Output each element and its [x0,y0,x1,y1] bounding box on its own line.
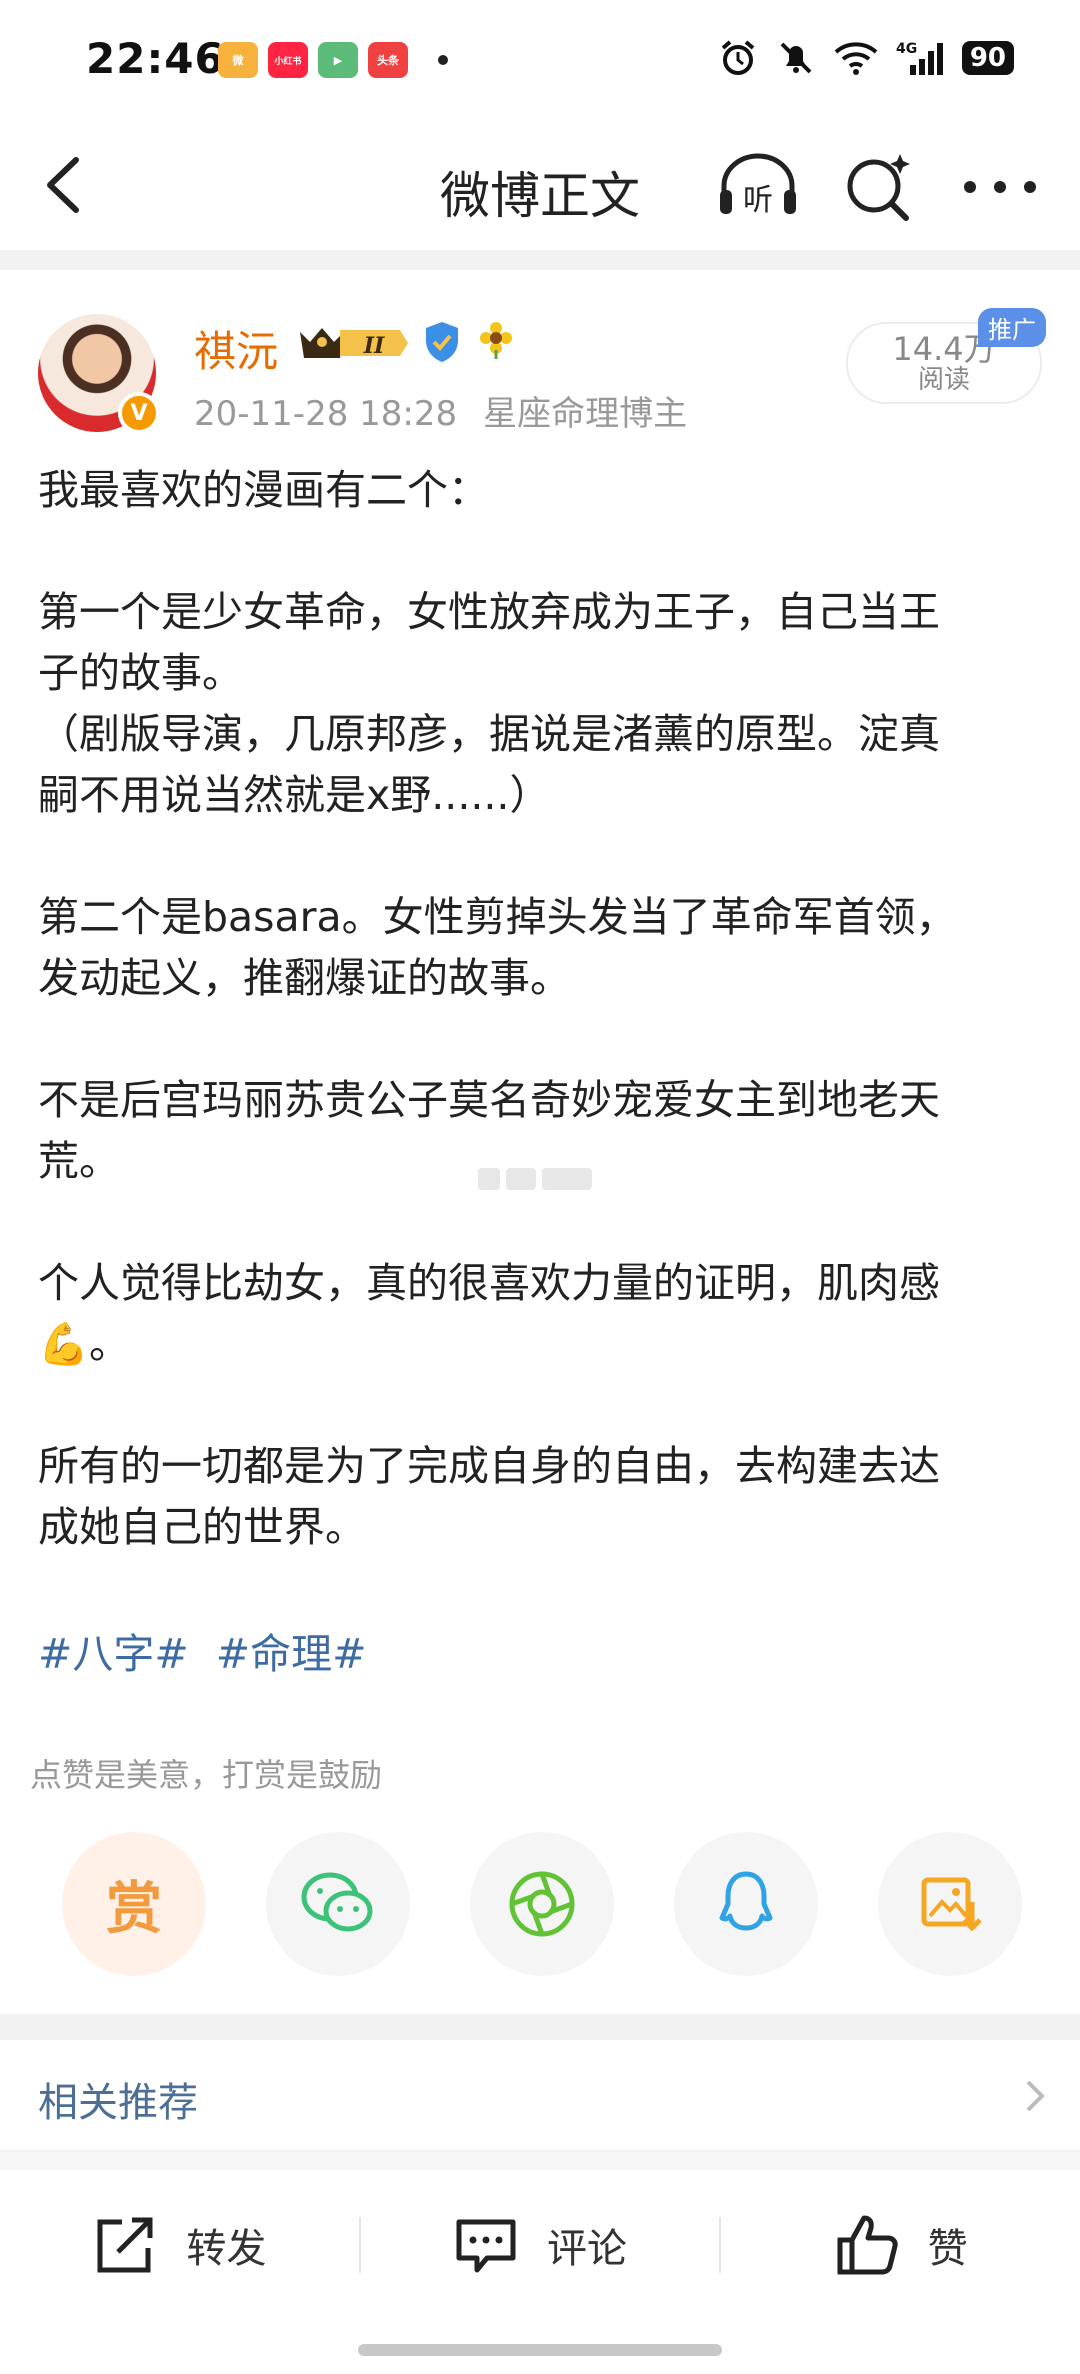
cellular-signal-icon: 4G [896,41,943,75]
weibo-notification-icon: 微 [218,42,258,78]
repost-button[interactable]: 转发 [0,2214,359,2276]
topic-tag[interactable]: #命理# [216,1630,367,1678]
status-time: 22:46 [86,34,225,83]
divider [0,250,1080,270]
share-wechat-button[interactable] [266,1832,410,1976]
reward-label: 赏 [106,1876,162,1942]
post-line: 所有的一切都是为了完成自身的自由，去构建去达 [38,1442,940,1490]
post-line: 第一个是少女革命，女性放弃成为王子，自己当王 [38,588,940,636]
repost-label: 转发 [186,2226,267,2272]
like-label: 赞 [927,2226,968,2272]
post-line: 我最喜欢的漫画有二个： [38,466,489,514]
moments-aperture-icon [509,1871,575,1937]
author-name[interactable]: 祺沅 [194,318,278,379]
post-meta: 20-11-28 18:28 星座命理博主 [194,386,687,435]
post-line [38,521,1042,582]
system-icons: 4G 90 [718,38,1014,78]
post-line [38,1192,1042,1253]
repost-icon [97,2217,153,2273]
xiaohongshu-notification-icon: 小红书 [268,42,308,78]
reward-button[interactable]: 赏 [62,1832,206,1976]
share-moments-button[interactable] [470,1832,614,1976]
related-recommendations[interactable]: 相关推荐 [0,2040,1080,2152]
post-line: 个人觉得比劫女，真的很喜欢力量的证明，肌肉感 [38,1259,940,1307]
like-button[interactable]: 赞 [721,2212,1080,2278]
navigation-bar: 微博正文 听 [0,120,1080,250]
post-line: 嗣不用说当然就是x野......） [38,771,551,819]
bottom-toolbar: 转发 评论 赞 [0,2170,1080,2320]
image-placeholder [478,1168,598,1196]
status-bar: 22:46 微 小红书 ▶ 头条 4G 90 [0,0,1080,120]
post-line: 💪。 [38,1320,131,1368]
shield-badge-icon [426,322,458,362]
save-image-button[interactable] [878,1832,1022,1976]
alarm-icon [721,40,755,75]
sunflower-icon [480,322,512,359]
chevron-right-icon [1026,2080,1045,2112]
post-timestamp: 20-11-28 18:28 [194,394,458,434]
mute-icon [780,42,812,74]
save-image-icon [921,1877,982,1932]
reward-hint: 点赞是美意，打赏是鼓励 [30,1756,383,1794]
more-options-icon[interactable] [960,172,1040,202]
svg-text:II: II [363,333,385,359]
post-line [38,1009,1042,1070]
read-label: 阅读 [917,365,970,395]
notification-icons: 微 小红书 ▶ 头条 [218,42,448,78]
more-notifications-dot [438,55,448,65]
related-label: 相关推荐 [38,2080,198,2126]
listen-headphones-icon[interactable]: 听 [716,150,800,220]
verified-badge-icon: V [118,392,160,434]
divider [0,2014,1080,2040]
divider [0,2152,1080,2170]
post-line [38,826,1042,887]
post-line: 成她自己的世界。 [38,1503,366,1551]
home-indicator[interactable] [358,2344,722,2356]
post-content: 我最喜欢的漫画有二个： 第一个是少女革命，女性放弃成为王子，自己当王 子的故事。… [38,460,1042,1558]
topic-tags: #八字# #命理# [38,1620,380,1680]
battery-indicator: 90 [961,41,1014,75]
promoted-tag: 推广 [978,308,1046,347]
toutiao-notification-icon: 头条 [368,42,408,78]
share-qq-button[interactable] [674,1832,818,1976]
post-line: 第二个是basara。女性剪掉头发当了革命军首领， [38,893,957,941]
post-line: 发动起义，推翻爆证的故事。 [38,954,571,1002]
qq-penguin-icon [719,1871,773,1931]
comment-icon [456,2219,516,2273]
share-row: 赏 [62,1832,1022,1978]
wifi-icon [834,42,878,75]
page-title: 微博正文 [440,167,640,225]
post-line: 不是后宫玛丽苏贵公子莫名奇妙宠爱女主到地老天 [38,1076,940,1124]
crown-level-badge-icon: II [300,328,408,359]
topic-tag[interactable]: #八字# [38,1630,189,1678]
post-line: （剧版导演，几原邦彦，据说是渚薰的原型。淀真 [38,710,940,758]
post-source: 星座命理博主 [483,394,688,434]
comment-label: 评论 [547,2226,627,2272]
post-line: 子的故事。 [38,649,243,697]
search-icon[interactable] [842,150,916,224]
svg-text:听: 听 [743,183,773,218]
svg-text:4G: 4G [896,41,917,57]
thumbs-up-icon [837,2215,898,2275]
post-line [38,1375,1042,1436]
comment-button[interactable]: 评论 [361,2214,720,2276]
video-app-notification-icon: ▶ [318,42,358,78]
wechat-icon [301,1872,373,1932]
